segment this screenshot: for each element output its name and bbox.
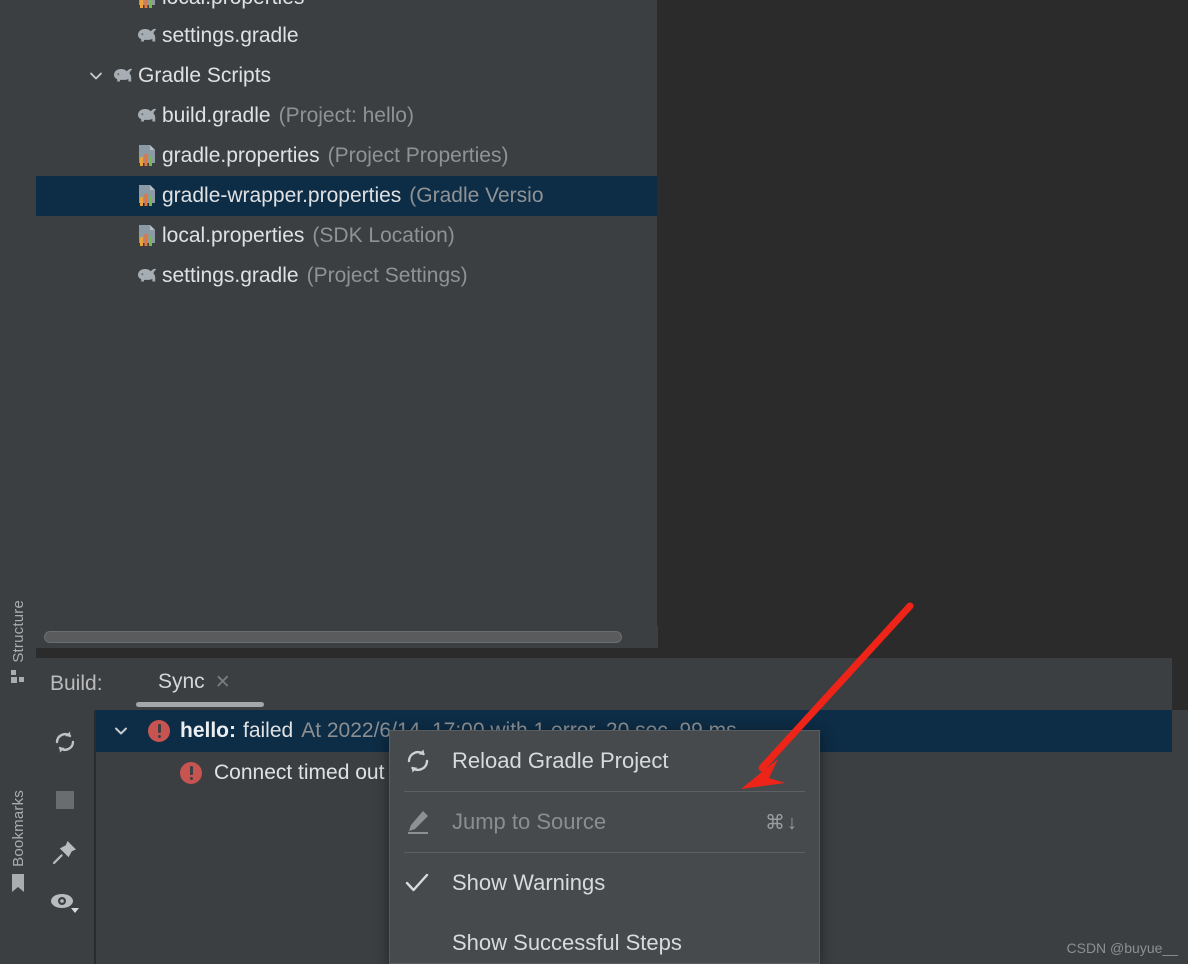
- menu-item-reload-gradle-project[interactable]: Reload Gradle Project: [390, 731, 819, 791]
- error-icon: [180, 762, 202, 784]
- structure-icon: [10, 669, 26, 690]
- menu-item-show-successful-steps[interactable]: Show Successful Steps: [390, 913, 819, 963]
- tab-sync[interactable]: Sync ✕: [158, 670, 231, 694]
- tree-row-sublabel: (SDK Location): [312, 224, 455, 247]
- menu-item-label: Show Successful Steps: [452, 930, 682, 955]
- menu-item-jump-to-source[interactable]: Jump to Source ⌘↓: [390, 792, 819, 852]
- tree-row-label: gradle.properties: [162, 144, 320, 167]
- context-menu[interactable]: Reload Gradle Project Jump to Source ⌘↓ …: [389, 730, 820, 964]
- tree-row-selected[interactable]: gradle-wrapper.properties (Gradle Versio: [36, 176, 658, 216]
- error-icon: [148, 720, 170, 742]
- tree-row[interactable]: settings.gradle (Project Settings): [36, 256, 658, 296]
- build-header-filler: [1172, 658, 1188, 710]
- menu-item-show-warnings[interactable]: Show Warnings: [390, 853, 819, 913]
- menu-item-label: Show Warnings: [452, 870, 606, 895]
- tree-row-label: Gradle Scripts: [138, 64, 272, 87]
- gradle-icon: [132, 26, 162, 46]
- build-row-status: Connect timed out: [214, 761, 385, 784]
- gradle-icon: [108, 66, 138, 86]
- tree-row-sublabel: (Project Properties): [327, 144, 509, 167]
- watermark: CSDN @buyue__: [1066, 940, 1179, 956]
- tree-horizontal-scrollbar[interactable]: [36, 626, 658, 648]
- properties-icon: [132, 0, 162, 10]
- tree-row-gradle-scripts[interactable]: Gradle Scripts: [36, 56, 658, 96]
- build-row-status: failed: [243, 719, 294, 742]
- close-icon[interactable]: ✕: [215, 673, 231, 692]
- tree-row-label: settings.gradle: [162, 24, 299, 47]
- gradle-icon: [132, 106, 162, 126]
- check-icon: [404, 870, 452, 896]
- reload-icon: [404, 747, 452, 775]
- menu-item-label: Jump to Source: [452, 809, 607, 834]
- pin-button[interactable]: [49, 836, 81, 868]
- properties-icon: [132, 224, 162, 248]
- menu-item-label: Reload Gradle Project: [452, 748, 669, 773]
- tree-row-label: settings.gradle: [162, 264, 299, 287]
- tree-row[interactable]: gradle.properties (Project Properties): [36, 136, 658, 176]
- tree-row-sublabel: (Gradle Versio: [409, 184, 544, 207]
- tree-row[interactable]: settings.gradle: [36, 16, 658, 56]
- menu-item-shortcut: ⌘↓: [765, 811, 799, 834]
- project-tree-panel[interactable]: local.properties settings.gradle Gradle …: [36, 0, 658, 648]
- tab-sync-label: Sync: [158, 670, 205, 693]
- panel-divider: [657, 0, 658, 648]
- build-panel-title: Build:: [50, 672, 103, 695]
- editor-area: [658, 0, 1188, 648]
- gradle-icon: [132, 266, 162, 286]
- chevron-down-icon[interactable]: [84, 67, 108, 85]
- sidebar-item-structure-label: Structure: [9, 600, 27, 663]
- sidebar-item-structure[interactable]: Structure: [0, 600, 36, 690]
- bookmark-icon: [10, 873, 26, 898]
- stop-button[interactable]: [49, 784, 81, 816]
- sidebar-item-bookmarks-label: Bookmarks: [9, 790, 27, 867]
- rerun-button[interactable]: [49, 726, 81, 758]
- left-tool-strip: Structure Bookmarks: [0, 0, 37, 964]
- tree-row-label: gradle-wrapper.properties: [162, 184, 402, 207]
- tab-sync-indicator: [136, 702, 264, 707]
- tree-row-label: local.properties: [162, 224, 305, 247]
- tree-row-label: build.gradle: [162, 104, 271, 127]
- properties-icon: [132, 184, 162, 208]
- filter-button[interactable]: [49, 886, 81, 918]
- tree-row-label: local.properties: [162, 0, 304, 10]
- edit-pencil-icon: [404, 808, 452, 836]
- build-toolbar: [36, 710, 94, 964]
- properties-icon: [132, 144, 162, 168]
- tree-row[interactable]: build.gradle (Project: hello): [36, 96, 658, 136]
- tree-row-sublabel: (Project Settings): [306, 264, 468, 287]
- tree-row-sublabel: (Project: hello): [278, 104, 414, 127]
- scrollbar-thumb[interactable]: [44, 631, 622, 643]
- chevron-down-icon[interactable]: [104, 721, 138, 741]
- sidebar-item-bookmarks[interactable]: Bookmarks: [0, 790, 36, 898]
- build-row-name: hello:: [180, 719, 236, 742]
- tree-row[interactable]: local.properties (SDK Location): [36, 216, 658, 256]
